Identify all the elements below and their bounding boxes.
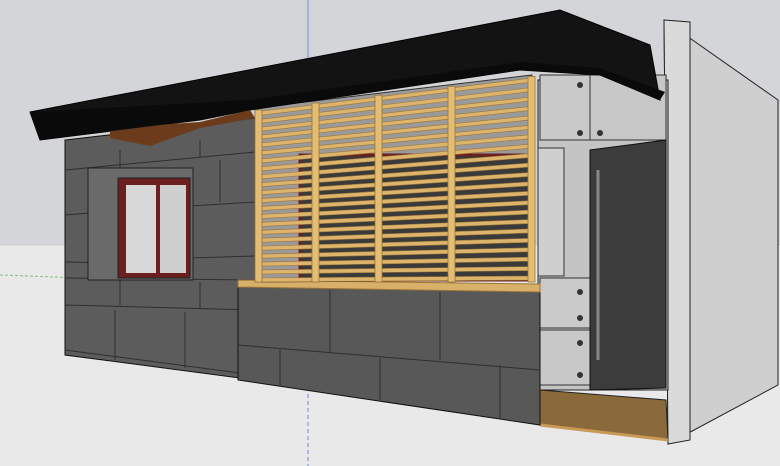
side-window xyxy=(537,147,565,277)
louvre-post xyxy=(527,76,536,283)
tie-hole xyxy=(577,289,583,295)
tie-hole xyxy=(597,130,603,136)
tie-hole xyxy=(577,82,583,88)
tie-hole xyxy=(577,372,583,378)
window-glass xyxy=(126,185,156,273)
concrete-panel-3 xyxy=(539,277,591,329)
louvre-post xyxy=(311,102,320,283)
tie-hole xyxy=(577,130,583,136)
louvre-post xyxy=(374,94,383,283)
concrete-panel-4 xyxy=(539,329,591,386)
scene-canvas[interactable] xyxy=(0,0,780,466)
louvre-post xyxy=(447,85,456,283)
tie-hole xyxy=(577,315,583,321)
louvre-post xyxy=(254,109,263,283)
front-door xyxy=(589,139,667,391)
sketchup-3d-viewport[interactable] xyxy=(0,0,780,466)
window-glass xyxy=(160,185,186,273)
tie-hole xyxy=(577,340,583,346)
